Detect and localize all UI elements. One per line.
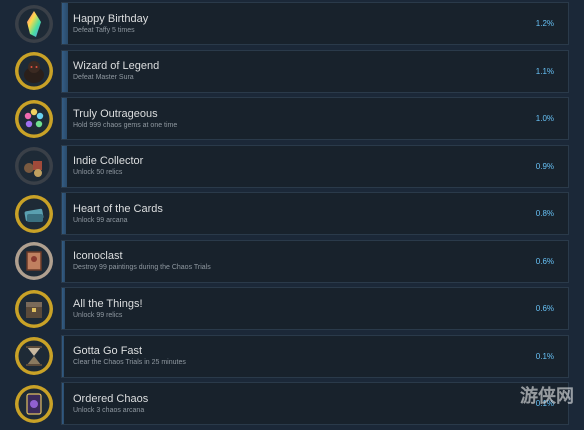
achievement-description: Hold 999 chaos gems at one time: [73, 121, 177, 131]
achievement-text: Happy BirthdayDefeat Taffy 5 times: [73, 2, 148, 45]
achievement-percent: 0.1%: [536, 335, 554, 378]
achievement-row[interactable]: Ordered ChaosUnlock 3 chaos arcana0.1%: [9, 382, 569, 425]
progress-fill: [62, 3, 68, 44]
chaos-card-icon: [14, 384, 54, 424]
achievement-description: Destroy 99 paintings during the Chaos Tr…: [73, 263, 211, 273]
achievement-text: Ordered ChaosUnlock 3 chaos arcana: [73, 382, 148, 425]
achievement-percent: 1.1%: [536, 50, 554, 93]
achievement-row[interactable]: IconoclastDestroy 99 paintings during th…: [9, 240, 569, 283]
achievement-row[interactable]: Heart of the CardsUnlock 99 arcana 0.8%: [9, 192, 569, 235]
relic-pile-icon: [14, 146, 54, 186]
achievement-title: Ordered Chaos: [73, 392, 148, 406]
progress-fill: [62, 383, 64, 424]
progress-fill: [62, 241, 65, 282]
achievement-text: Gotta Go FastClear the Chaos Trials in 2…: [73, 335, 186, 378]
achievement-percent: 0.8%: [536, 192, 554, 235]
achievement-row[interactable]: Happy BirthdayDefeat Taffy 5 times 1.2%: [9, 2, 569, 45]
achievement-percent: 1.0%: [536, 97, 554, 140]
achievement-title: All the Things!: [73, 297, 143, 311]
achievement-description: Defeat Taffy 5 times: [73, 26, 148, 36]
achievement-row[interactable]: Truly OutrageousHold 999 chaos gems at o…: [9, 97, 569, 140]
achievement-text: Indie CollectorUnlock 50 relics: [73, 145, 143, 188]
arcana-cards-icon: [14, 194, 54, 234]
achievement-row[interactable]: Gotta Go FastClear the Chaos Trials in 2…: [9, 335, 569, 378]
treasure-chest-icon: [14, 289, 54, 329]
progress-fill: [62, 193, 66, 234]
dark-wizard-icon: [14, 51, 54, 91]
achievement-title: Wizard of Legend: [73, 59, 159, 73]
achievement-description: Clear the Chaos Trials in 25 minutes: [73, 358, 186, 368]
achievement-text: IconoclastDestroy 99 paintings during th…: [73, 240, 211, 283]
achievement-title: Truly Outrageous: [73, 107, 177, 121]
rainbow-crystal-icon: [14, 4, 54, 44]
achievement-text: Truly OutrageousHold 999 chaos gems at o…: [73, 97, 177, 140]
achievement-description: Defeat Master Sura: [73, 73, 159, 83]
painting-icon: [14, 241, 54, 281]
achievement-row[interactable]: Wizard of LegendDefeat Master Sura 1.1%: [9, 50, 569, 93]
chaos-gems-icon: [14, 99, 54, 139]
achievement-text: Wizard of LegendDefeat Master Sura: [73, 50, 159, 93]
progress-fill: [62, 336, 64, 377]
achievement-list: Happy BirthdayDefeat Taffy 5 times 1.2% Wi…: [9, 2, 569, 430]
achievement-percent: 0.6%: [536, 240, 554, 283]
achievement-text: Heart of the CardsUnlock 99 arcana: [73, 192, 163, 235]
achievement-title: Happy Birthday: [73, 12, 148, 26]
achievement-row[interactable]: All the Things!Unlock 99 relics 0.6%: [9, 287, 569, 330]
achievement-percent: 0.6%: [536, 287, 554, 330]
achievement-percent: 0.9%: [536, 145, 554, 188]
progress-fill: [62, 51, 68, 92]
progress-fill: [62, 288, 65, 329]
watermark: 游侠网: [504, 382, 574, 406]
achievement-description: Unlock 3 chaos arcana: [73, 406, 148, 416]
progress-fill: [62, 98, 67, 139]
achievement-title: Indie Collector: [73, 154, 143, 168]
achievement-percent: 1.2%: [536, 2, 554, 45]
achievement-text: All the Things!Unlock 99 relics: [73, 287, 143, 330]
achievement-description: Unlock 50 relics: [73, 168, 143, 178]
achievement-title: Gotta Go Fast: [73, 344, 186, 358]
progress-fill: [62, 146, 67, 187]
achievement-title: Heart of the Cards: [73, 202, 163, 216]
achievement-description: Unlock 99 relics: [73, 311, 143, 321]
achievement-title: Iconoclast: [73, 249, 211, 263]
achievement-row[interactable]: Indie CollectorUnlock 50 relics 0.9%: [9, 145, 569, 188]
hourglass-icon: [14, 336, 54, 376]
achievement-description: Unlock 99 arcana: [73, 216, 163, 226]
